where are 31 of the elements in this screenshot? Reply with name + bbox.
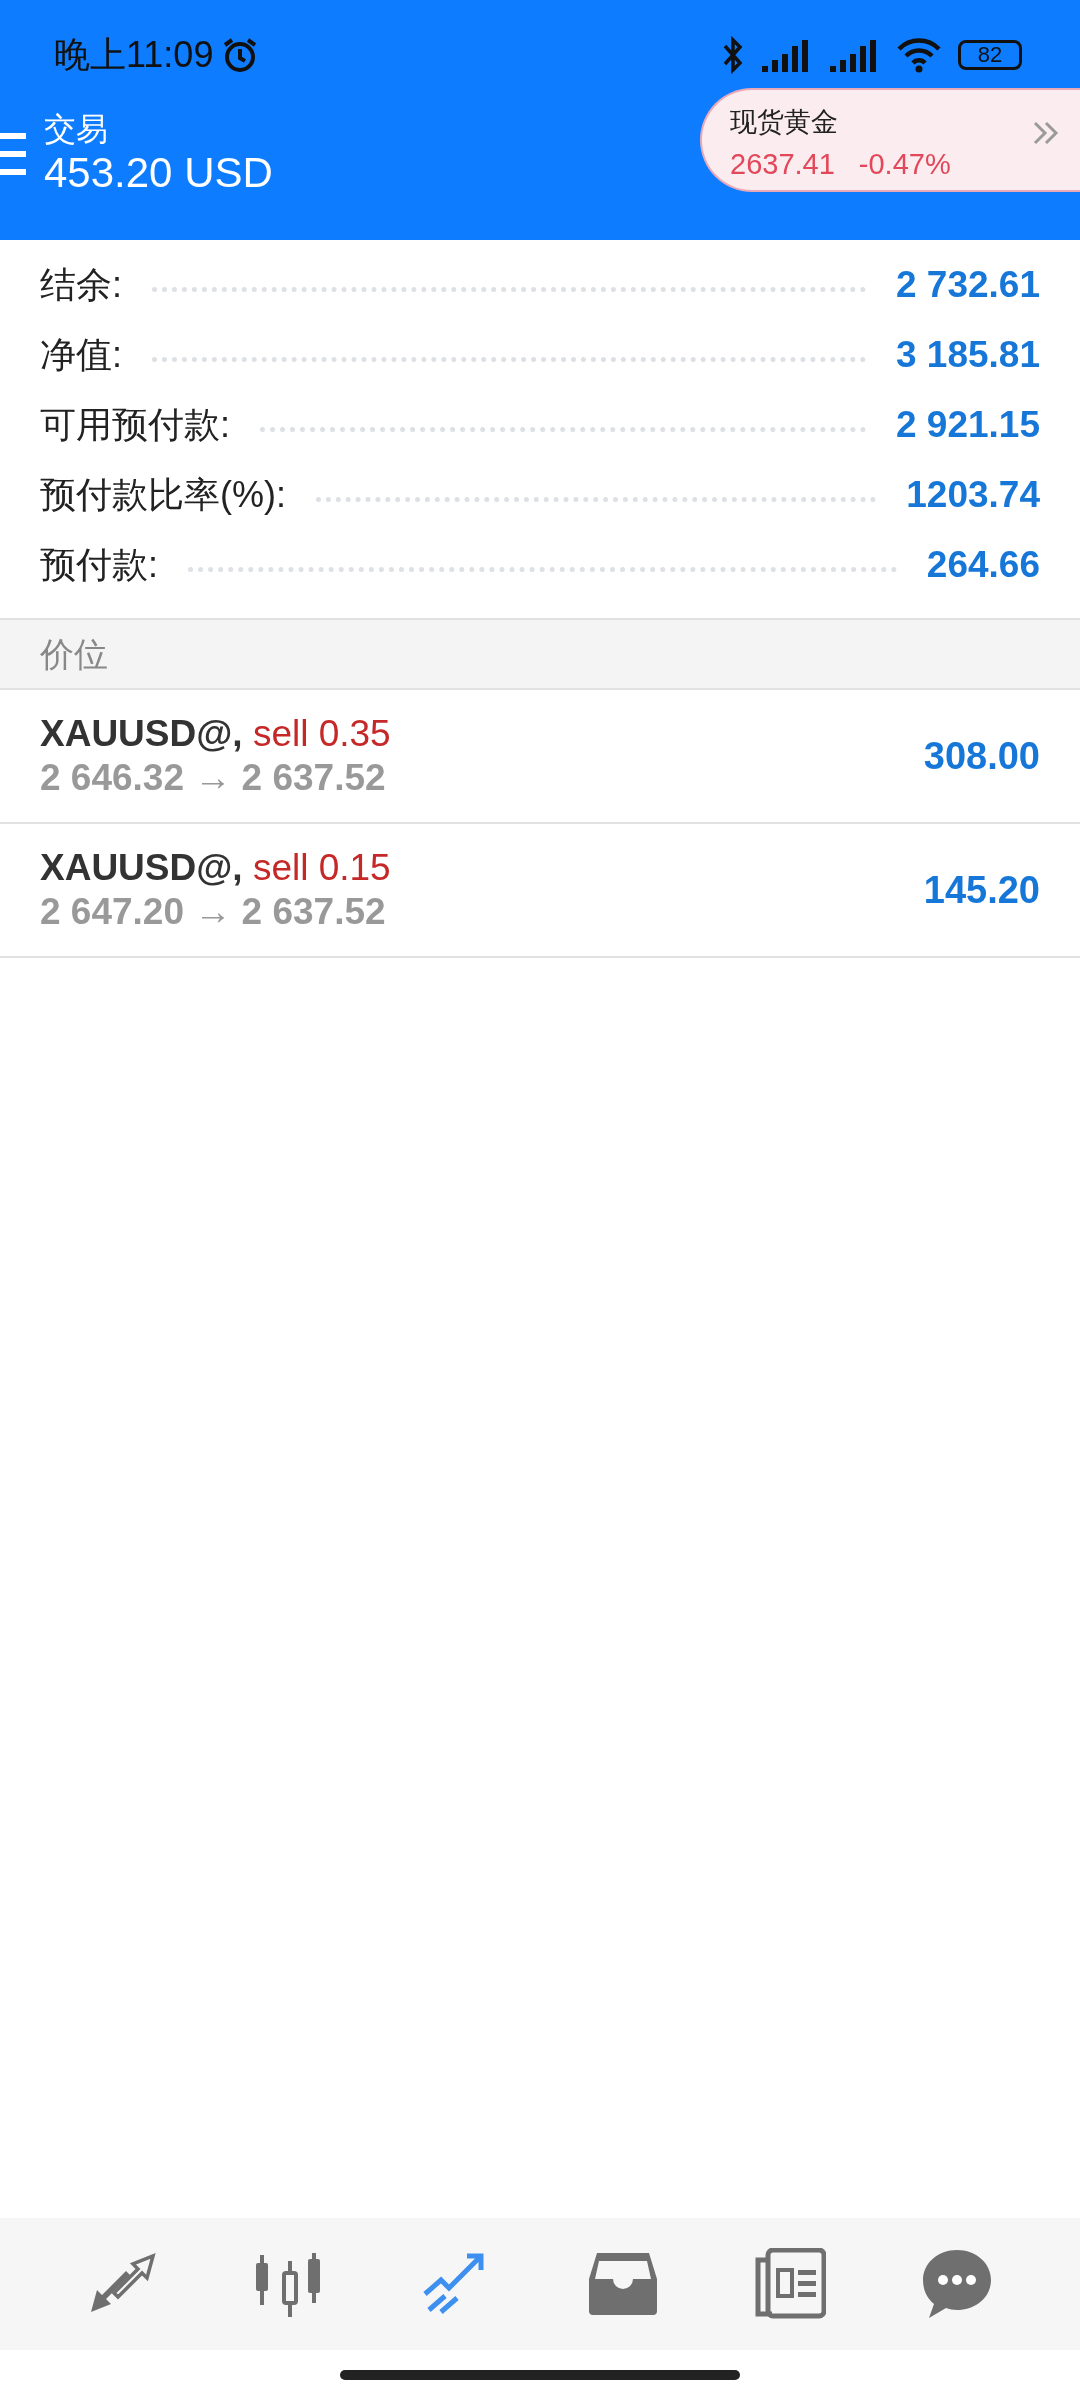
account-value: 264.66 — [926, 543, 1040, 588]
account-label: 预付款比率(%): — [40, 473, 286, 517]
position-prices: 2 646.32 → 2 637.52 — [40, 756, 387, 800]
account-label: 可用预付款: — [40, 403, 230, 447]
position-row[interactable]: XAUUSD@, sell 0.15 2 647.20 → 2 637.52 145.20 — [0, 824, 1080, 958]
section-title: 价位 — [40, 633, 108, 675]
position-profit: 308.00 — [923, 733, 1040, 779]
position-title: XAUUSD@, sell 0.15 — [40, 845, 391, 890]
ticker-name: 现货黄金 — [730, 106, 838, 139]
account-value: 2 732.61 — [895, 263, 1040, 308]
position-title: XAUUSD@, sell 0.35 — [40, 711, 391, 756]
position-row[interactable]: XAUUSD@, sell 0.35 2 646.32 → 2 637.52 308.00 — [0, 690, 1080, 824]
screen-title: 交易 — [44, 110, 109, 149]
menu-icon[interactable] — [0, 131, 26, 178]
price-ticker-widget[interactable]: 现货黄金 2637.41 -0.47% — [700, 88, 1080, 192]
account-value: 3 185.81 — [895, 333, 1040, 378]
ticker-change: -0.47% — [858, 146, 951, 182]
position-profit: 145.20 — [923, 867, 1040, 913]
account-value: 1203.74 — [906, 473, 1040, 518]
status-time: 晚上11:09 — [54, 33, 214, 77]
account-label: 预付款: — [40, 543, 158, 587]
double-chevron-icon[interactable] — [1032, 120, 1060, 146]
battery-icon: 82 — [958, 40, 1022, 70]
account-label: 净值: — [40, 333, 122, 377]
balance-amount: 453.20 USD — [44, 148, 273, 199]
account-label: 结余: — [40, 263, 122, 307]
wifi-icon — [896, 37, 942, 73]
ticker-price: 2637.41 — [730, 146, 835, 182]
bluetooth-icon — [722, 36, 744, 74]
position-prices: 2 647.20 → 2 637.52 — [40, 890, 387, 934]
account-value: 2 921.15 — [895, 403, 1040, 448]
